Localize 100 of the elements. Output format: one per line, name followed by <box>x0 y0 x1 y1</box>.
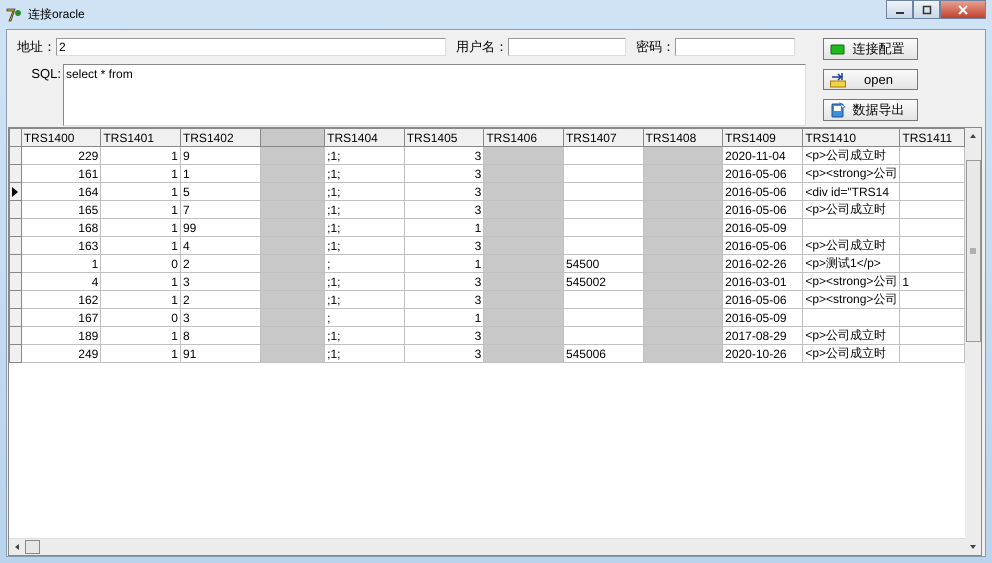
address-label: 地址： <box>17 38 56 56</box>
column-header[interactable]: TRS1406 <box>484 128 564 146</box>
horizontal-scrollbar[interactable] <box>9 538 965 555</box>
table-cell: 2016-05-06 <box>722 200 803 218</box>
username-label: 用户名： <box>456 38 508 56</box>
blurred-header[interactable] <box>260 128 325 146</box>
table-cell: 2020-10-26 <box>722 344 803 362</box>
table-cell: <p>公司成立时 <box>802 344 900 362</box>
column-header[interactable]: TRS1407 <box>563 128 644 146</box>
row-indicator[interactable] <box>10 182 22 200</box>
table-cell: 9 <box>180 146 260 164</box>
table-cell: 7 <box>180 200 260 218</box>
table-cell: 2016-05-09 <box>722 308 803 326</box>
password-label: 密码： <box>636 38 675 56</box>
table-cell: 2016-02-26 <box>722 254 803 272</box>
table-cell: ;1; <box>324 236 404 254</box>
blurred-cell <box>260 182 325 200</box>
column-header[interactable]: TRS1411 <box>900 128 964 146</box>
table-cell: ;1; <box>324 200 404 218</box>
table-cell: 3 <box>180 308 260 326</box>
export-button[interactable]: 数据导出 <box>823 99 918 122</box>
table-cell: 2 <box>180 254 260 272</box>
column-header[interactable]: TRS1410 <box>802 128 900 146</box>
username-field[interactable] <box>508 38 626 56</box>
table-cell: 3 <box>404 164 484 182</box>
table-cell: 1 <box>180 164 260 182</box>
table-cell: 545006 <box>563 344 644 362</box>
column-header[interactable]: TRS1408 <box>643 128 723 146</box>
blurred-cell <box>260 200 325 218</box>
table-cell: 165 <box>21 200 101 218</box>
scroll-thumb[interactable] <box>25 540 40 554</box>
table-cell: 3 <box>404 272 484 290</box>
column-header[interactable]: TRS1409 <box>722 128 803 146</box>
scroll-up-icon[interactable] <box>969 132 977 140</box>
table-cell: 164 <box>21 182 101 200</box>
table-cell: ;1; <box>324 164 404 182</box>
maximize-icon <box>922 4 932 14</box>
table-cell: 249 <box>21 344 101 362</box>
table-cell: 1 <box>100 236 180 254</box>
vertical-scrollbar[interactable] <box>965 128 981 555</box>
open-button[interactable]: open <box>823 68 918 90</box>
blurred-cell <box>260 236 325 254</box>
sql-field[interactable]: select * from <box>63 64 806 126</box>
table-cell: ;1; <box>324 326 404 344</box>
blurred-cell <box>260 290 325 308</box>
table-cell: ; <box>324 254 404 272</box>
blurred-cell <box>260 254 325 272</box>
table-cell: 1 <box>404 254 484 272</box>
table-cell: ;1; <box>324 344 404 362</box>
blurred-cell <box>260 218 325 236</box>
scroll-left-icon[interactable] <box>13 543 21 551</box>
table-cell: 3 <box>404 344 484 362</box>
column-header[interactable]: TRS1404 <box>324 128 404 146</box>
scroll-down-icon[interactable] <box>969 543 977 551</box>
table-cell: 3 <box>404 200 484 218</box>
table-cell: <p>测试1</p> <box>802 254 900 272</box>
table-cell: <p><strong>公司 <box>802 272 900 290</box>
table-cell: 545002 <box>563 272 644 290</box>
blurred-cell <box>260 146 325 164</box>
table-cell: 3 <box>404 182 484 200</box>
sql-label: SQL: <box>30 65 62 83</box>
current-row-icon <box>12 186 18 196</box>
blurred-cell <box>260 326 325 344</box>
table-cell: <div id="TRS14 <box>802 182 900 200</box>
table-cell: 4 <box>180 236 260 254</box>
password-field[interactable] <box>675 38 795 56</box>
column-header[interactable]: TRS1402 <box>180 128 260 146</box>
blurred-cell <box>260 344 325 362</box>
table-cell: 91 <box>180 344 260 362</box>
table-cell: 1 <box>100 272 180 290</box>
close-button[interactable] <box>940 0 986 19</box>
column-header[interactable]: TRS1405 <box>404 128 484 146</box>
column-header[interactable]: TRS1401 <box>100 128 180 146</box>
table-cell: ;1; <box>324 272 404 290</box>
grip-icon <box>969 247 977 255</box>
table-cell: 1 <box>404 308 484 326</box>
table-cell: 1 <box>100 146 180 164</box>
notepad-icon <box>830 102 846 118</box>
table-cell: 0 <box>100 308 180 326</box>
table-cell: 1 <box>100 326 180 344</box>
table-cell: 1 <box>21 254 101 272</box>
table-cell: 1 <box>404 218 484 236</box>
table-cell: ;1; <box>324 218 404 236</box>
table-cell: 2016-05-06 <box>722 236 803 254</box>
minimize-button[interactable] <box>886 0 913 19</box>
address-field[interactable]: 2 <box>56 38 446 56</box>
maximize-button[interactable] <box>913 0 940 19</box>
connect-button[interactable]: 连接配置 <box>823 38 918 60</box>
table-cell: 2020-11-04 <box>722 146 803 164</box>
table-cell: ;1; <box>324 290 404 308</box>
table-cell: 163 <box>21 236 101 254</box>
column-header[interactable]: TRS1400 <box>21 128 101 146</box>
table-cell: <p>公司成立时 <box>802 200 900 218</box>
table-cell: 162 <box>21 290 101 308</box>
table-cell: 3 <box>404 290 484 308</box>
table-cell: 1 <box>100 200 180 218</box>
table-cell: 1 <box>100 290 180 308</box>
table-cell: <p>公司成立时 <box>802 326 900 344</box>
window-title: 连接oracle <box>28 6 85 23</box>
table-cell: 54500 <box>563 254 644 272</box>
